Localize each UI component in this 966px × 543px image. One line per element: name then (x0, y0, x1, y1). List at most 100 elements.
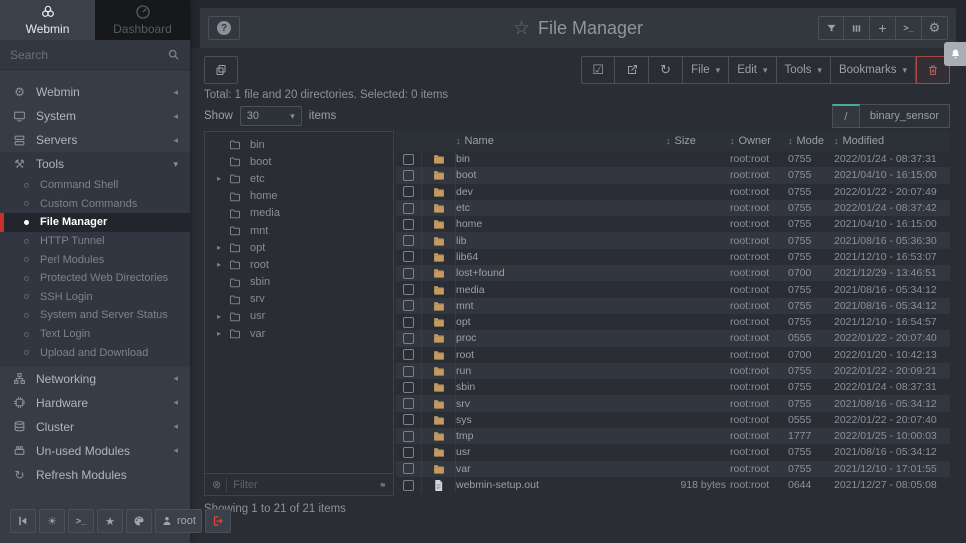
row-checkbox[interactable] (403, 186, 414, 197)
notifications-tab[interactable] (944, 42, 966, 66)
tab-webmin[interactable]: Webmin (0, 0, 95, 40)
file-name[interactable]: lost+found (456, 267, 666, 279)
row-checkbox[interactable] (403, 251, 414, 262)
file-name[interactable]: tmp (456, 430, 666, 442)
sidebar-subitem[interactable]: SSH Login (0, 288, 190, 307)
table-row[interactable]: run root:root 0755 2022/01/22 - 20:09:21 (396, 363, 950, 379)
file-name[interactable]: media (456, 284, 666, 296)
row-checkbox[interactable] (403, 317, 414, 328)
file-name[interactable]: var (456, 463, 666, 475)
table-row[interactable]: mnt root:root 0755 2021/08/16 - 05:34:12 (396, 298, 950, 314)
tree-item[interactable]: etc (205, 170, 393, 187)
filter-button[interactable] (818, 16, 844, 40)
table-row[interactable]: tmp root:root 1777 2022/01/25 - 10:00:03 (396, 428, 950, 444)
table-row[interactable]: srv root:root 0755 2021/08/16 - 05:34:12 (396, 395, 950, 411)
sidebar-item-system[interactable]: System ◂ (0, 104, 190, 128)
tree-expand-icon[interactable] (217, 174, 229, 183)
table-row[interactable]: lost+found root:root 0700 2021/12/29 - 1… (396, 265, 950, 281)
row-checkbox[interactable] (403, 284, 414, 295)
column-header-size[interactable]: Size (666, 135, 730, 147)
row-checkbox[interactable] (403, 382, 414, 393)
theme-brightness-button[interactable]: ☀ (39, 509, 65, 533)
page-size-select[interactable]: 30 (240, 106, 302, 126)
sidebar-item-unused-modules[interactable]: Un-used Modules ◂ (0, 439, 190, 463)
column-header-mode[interactable]: Mode (788, 135, 834, 147)
sidebar-item-cluster[interactable]: Cluster ◂ (0, 415, 190, 439)
table-row[interactable]: webmin-setup.out 918 bytes root:root 064… (396, 477, 950, 493)
tree-item[interactable]: opt (205, 239, 393, 256)
table-row[interactable]: sys root:root 0555 2022/01/22 - 20:07:40 (396, 412, 950, 428)
table-row[interactable]: lib root:root 0755 2021/08/16 - 05:36:30 (396, 232, 950, 248)
tree-item[interactable]: root (205, 256, 393, 273)
column-header-owner[interactable]: Owner (730, 135, 788, 147)
row-checkbox[interactable] (403, 154, 414, 165)
row-checkbox[interactable] (403, 203, 414, 214)
sidebar-item-tools[interactable]: ⚒ Tools (0, 152, 190, 176)
sidebar-item-refresh-modules[interactable]: ↻ Refresh Modules (0, 463, 190, 487)
row-checkbox[interactable] (403, 235, 414, 246)
file-name[interactable]: mnt (456, 300, 666, 312)
row-checkbox[interactable] (403, 268, 414, 279)
table-row[interactable]: proc root:root 0555 2022/01/22 - 20:07:4… (396, 330, 950, 346)
file-name[interactable]: lib (456, 235, 666, 247)
collapse-sidebar-button[interactable] (10, 509, 36, 533)
column-header-name[interactable]: Name (456, 135, 666, 147)
path-segment[interactable]: / (832, 104, 860, 128)
sidebar-subitem[interactable]: System and Server Status (0, 306, 190, 325)
sidebar-subitem[interactable]: Command Shell (0, 176, 190, 195)
help-button[interactable]: ? (208, 16, 240, 40)
path-segment[interactable]: binary_sensor (860, 104, 950, 128)
sidebar-subitem[interactable]: Text Login (0, 325, 190, 344)
tree-item[interactable]: sbin (205, 274, 393, 291)
file-name[interactable]: lib64 (456, 251, 666, 263)
tree-item[interactable]: srv (205, 291, 393, 308)
logout-button[interactable] (205, 509, 231, 533)
file-menu-button[interactable]: File (683, 56, 729, 84)
row-checkbox[interactable] (403, 366, 414, 377)
tree-expand-icon[interactable] (217, 329, 229, 338)
file-name[interactable]: opt (456, 316, 666, 328)
row-checkbox[interactable] (403, 398, 414, 409)
user-button[interactable]: root (155, 509, 202, 533)
table-row[interactable]: opt root:root 0755 2021/12/10 - 16:54:57 (396, 314, 950, 330)
tools-menu-button[interactable]: Tools (777, 56, 831, 84)
tree-expand-icon[interactable] (217, 260, 229, 269)
column-header-modified[interactable]: Modified (834, 135, 950, 147)
table-row[interactable]: usr root:root 0755 2021/08/16 - 05:34:12 (396, 444, 950, 460)
sidebar-subitem[interactable]: Protected Web Directories (0, 269, 190, 288)
refresh-button[interactable]: ↻ (649, 56, 683, 84)
tab-dashboard[interactable]: Dashboard (95, 0, 190, 40)
file-name[interactable]: dev (456, 186, 666, 198)
file-name[interactable]: sys (456, 414, 666, 426)
sidebar-item-servers[interactable]: Servers ◂ (0, 128, 190, 152)
sidebar-item-networking[interactable]: Networking ◂ (0, 367, 190, 391)
row-checkbox[interactable] (403, 170, 414, 181)
sidebar-subitem[interactable]: Perl Modules (0, 250, 190, 269)
folder-icon[interactable] (380, 479, 386, 490)
tree-expand-icon[interactable] (217, 243, 229, 252)
sidebar-subitem[interactable]: HTTP Tunnel (0, 232, 190, 251)
favorites-button[interactable]: ★ (97, 509, 123, 533)
tree-item[interactable]: mnt (205, 222, 393, 239)
row-checkbox[interactable] (403, 463, 414, 474)
table-row[interactable]: var root:root 0755 2021/12/10 - 17:01:55 (396, 461, 950, 477)
edit-menu-button[interactable]: Edit (729, 56, 776, 84)
row-checkbox[interactable] (403, 349, 414, 360)
file-name[interactable]: run (456, 365, 666, 377)
tree-item[interactable]: var (205, 325, 393, 342)
filter-clear-icon[interactable]: ⊗ (212, 478, 221, 491)
table-row[interactable]: sbin root:root 0755 2022/01/24 - 08:37:3… (396, 379, 950, 395)
table-row[interactable]: dev root:root 0755 2022/01/22 - 20:07:49 (396, 184, 950, 200)
settings-button[interactable]: ⚙ (922, 16, 948, 40)
row-checkbox[interactable] (403, 431, 414, 442)
shell-button[interactable]: >_ (68, 509, 94, 533)
row-checkbox[interactable] (403, 414, 414, 425)
row-checkbox[interactable] (403, 480, 414, 491)
file-name[interactable]: proc (456, 332, 666, 344)
file-name[interactable]: home (456, 218, 666, 230)
table-row[interactable]: bin root:root 0755 2022/01/24 - 08:37:31 (396, 151, 950, 167)
sidebar-subitem[interactable]: File Manager (0, 213, 190, 232)
add-tab-button[interactable]: + (870, 16, 896, 40)
columns-button[interactable] (844, 16, 870, 40)
table-row[interactable]: lib64 root:root 0755 2021/12/10 - 16:53:… (396, 249, 950, 265)
